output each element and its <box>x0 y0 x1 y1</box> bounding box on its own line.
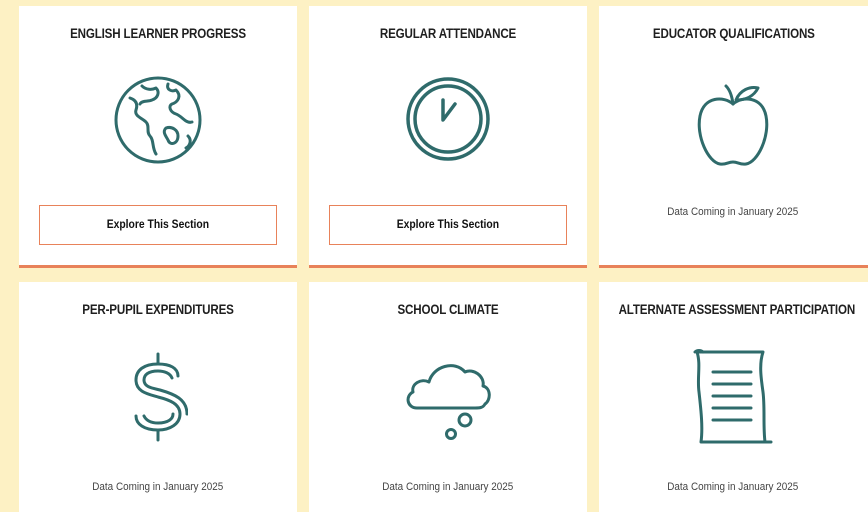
apple-icon <box>694 80 772 175</box>
explore-section-button[interactable]: Explore This Section <box>39 205 277 245</box>
card-regular-attendance: REGULAR ATTENDANCE Explore This Section <box>309 6 587 268</box>
card-educator-qualifications: EDUCATOR QUALIFICATIONS Data Coming in J… <box>599 6 868 268</box>
data-coming-note: Data Coming in January 2025 <box>599 206 868 218</box>
card-school-climate: SCHOOL CLIMATE Data Coming in January 20… <box>309 282 587 512</box>
document-scroll-icon <box>691 348 775 453</box>
card-title: ENGLISH LEARNER PROGRESS <box>70 26 246 41</box>
card-title: ALTERNATE ASSESSMENT PARTICIPATION <box>618 302 856 317</box>
data-coming-note: Data Coming in January 2025 <box>19 481 297 493</box>
note-text: Data Coming in January 2025 <box>667 481 799 493</box>
button-label: Explore This Section <box>106 219 210 231</box>
clock-icon <box>403 74 493 169</box>
card-title: REGULAR ATTENDANCE <box>379 26 517 41</box>
card-title: PER-PUPIL EXPENDITURES <box>82 302 234 317</box>
data-coming-note: Data Coming in January 2025 <box>309 481 587 493</box>
globe-icon <box>112 74 204 171</box>
explore-section-button[interactable]: Explore This Section <box>329 205 567 245</box>
thought-cloud-icon <box>403 356 493 447</box>
card-title: SCHOOL CLIMATE <box>397 302 499 317</box>
card-title: EDUCATOR QUALIFICATIONS <box>652 26 815 41</box>
note-text: Data Coming in January 2025 <box>92 481 224 493</box>
card-per-pupil-expenditures: PER-PUPIL EXPENDITURES Data Coming in Ja… <box>19 282 297 512</box>
dollar-sign-icon <box>128 350 189 449</box>
card-alternate-assessment-participation: ALTERNATE ASSESSMENT PARTICIPATION Data … <box>599 282 868 512</box>
note-text: Data Coming in January 2025 <box>382 481 514 493</box>
card-english-learner-progress: ENGLISH LEARNER PROGRESS Explore This Se… <box>19 6 297 268</box>
button-label: Explore This Section <box>396 219 500 231</box>
note-text: Data Coming in January 2025 <box>667 206 799 218</box>
data-coming-note: Data Coming in January 2025 <box>599 481 868 493</box>
